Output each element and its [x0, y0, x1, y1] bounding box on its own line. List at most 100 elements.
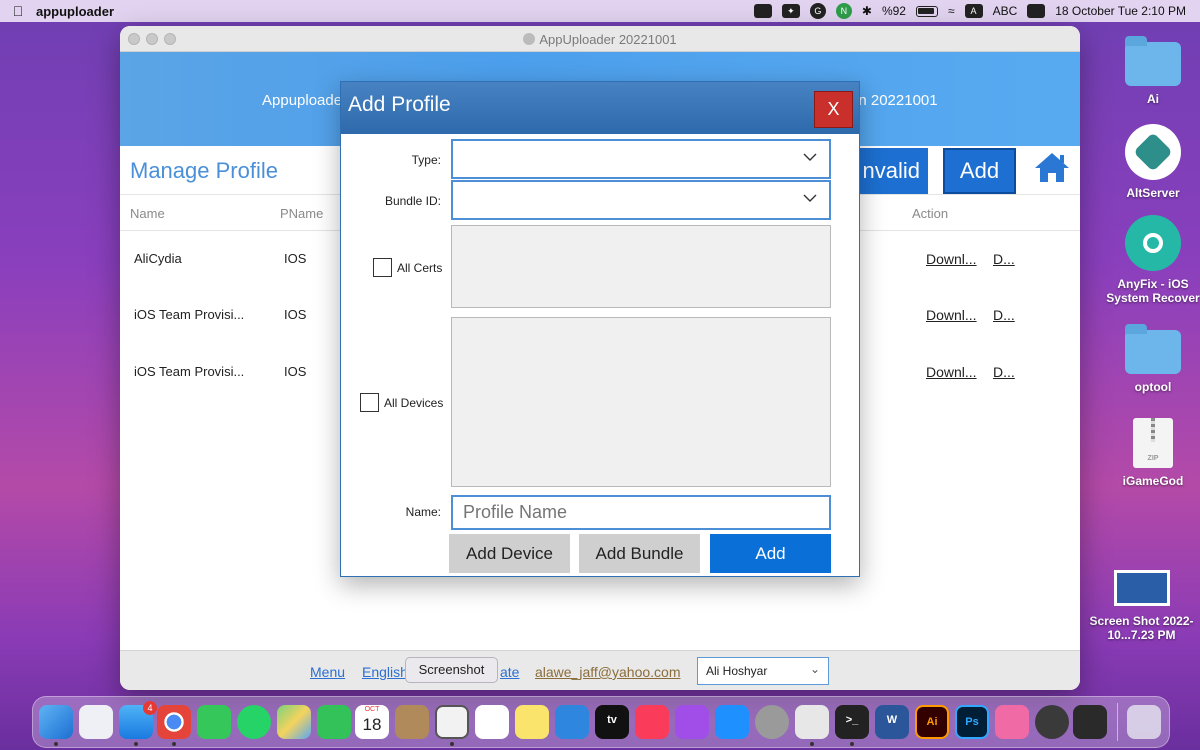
terminal-label: >_ [845, 714, 859, 726]
bluetooth-icon[interactable]: ✱ [862, 4, 872, 18]
console-icon[interactable] [1073, 705, 1107, 739]
folder-icon [1125, 324, 1181, 374]
apple-menu-icon[interactable]:  [0, 3, 36, 19]
system-preferences-icon[interactable] [755, 705, 789, 739]
desktop-folder-ai[interactable]: Ai [1098, 36, 1200, 106]
mail-icon[interactable]: 4 [119, 701, 157, 739]
add-bundle-button[interactable]: Add Bundle [579, 534, 700, 573]
battery-icon[interactable] [915, 5, 938, 17]
xcode-icon[interactable] [555, 705, 589, 739]
download-link[interactable]: Downl... [926, 251, 977, 267]
banner-app-name: Appuploader [262, 92, 348, 109]
whatsapp-icon[interactable] [237, 705, 271, 739]
dock: 4 OCT 18 tv >_ W Ai Ps [32, 696, 1170, 748]
dialog-add-button[interactable]: Add [710, 534, 831, 573]
photoshop-icon[interactable]: Ps [955, 705, 989, 739]
profile-name-input[interactable] [451, 495, 831, 530]
name-label: Name: [405, 505, 441, 519]
type-select[interactable] [451, 139, 831, 179]
tv-label: tv [607, 714, 617, 726]
add-device-button[interactable]: Add Device [449, 534, 570, 573]
illustrator-icon[interactable]: Ai [915, 705, 949, 739]
dock-divider [1117, 703, 1118, 741]
delete-link[interactable]: D... [993, 251, 1015, 267]
column-header-action: Action [912, 206, 949, 221]
profile-name-cell: iOS Team Provisi... [134, 307, 245, 322]
screenshot-app-icon[interactable] [435, 705, 469, 739]
home-icon[interactable] [1032, 150, 1072, 184]
trash-icon[interactable] [1127, 705, 1161, 739]
chrome-icon[interactable] [157, 705, 191, 739]
clock[interactable]: 18 October Tue 2:10 PM [1055, 4, 1186, 18]
input-source-label[interactable]: ABC [993, 4, 1018, 18]
keychain-icon[interactable] [1035, 705, 1069, 739]
language-link[interactable]: English [362, 664, 408, 680]
notes-icon[interactable] [515, 705, 549, 739]
delete-link[interactable]: D... [993, 307, 1015, 323]
desktop-app-anyfix[interactable]: AnyFix - iOS System Recover [1098, 215, 1200, 305]
input-source-icon[interactable]: A [964, 4, 983, 18]
zip-tag: ZIP [1147, 455, 1159, 462]
terminal-icon[interactable]: >_ [835, 705, 869, 739]
app-menu-name[interactable]: appuploader [36, 4, 114, 19]
devices-list[interactable] [451, 317, 831, 487]
desktop-file-igamegod[interactable]: ZIP iGameGod [1098, 418, 1200, 488]
column-header-name[interactable]: Name [130, 206, 165, 221]
launchpad-icon[interactable] [79, 705, 113, 739]
maps-icon[interactable] [277, 705, 311, 739]
profile-name-cell: iOS Team Provisi... [134, 364, 245, 379]
delete-link[interactable]: D... [993, 364, 1015, 380]
download-link[interactable]: Downl... [926, 307, 977, 323]
messages-icon[interactable] [197, 705, 231, 739]
menu-link[interactable]: Menu [310, 664, 345, 680]
app-logo-icon [523, 33, 536, 45]
running-indicator [850, 742, 854, 746]
dialog-title: Add Profile [348, 93, 451, 116]
all-certs-checkbox[interactable] [373, 258, 392, 277]
control-center-icon[interactable] [1027, 4, 1046, 18]
calendar-icon[interactable]: OCT 18 [355, 705, 389, 739]
finder-icon[interactable] [39, 705, 73, 739]
all-devices-checkbox[interactable] [360, 393, 379, 412]
grammarly-icon[interactable]: G [809, 3, 826, 19]
reminders-icon[interactable] [475, 705, 509, 739]
column-header-pname[interactable]: PName [280, 206, 323, 221]
dialog-header[interactable]: Add Profile X [341, 82, 859, 134]
certs-list[interactable] [451, 225, 831, 308]
word-icon[interactable]: W [875, 705, 909, 739]
dialog-close-button[interactable]: X [814, 91, 853, 128]
n-app-icon[interactable]: N [835, 3, 852, 19]
wifi-icon[interactable]: ≈ [948, 4, 955, 18]
bundle-id-select[interactable] [451, 180, 831, 220]
desktop-app-altserver[interactable]: AltServer [1098, 124, 1200, 200]
illustrator-label: Ai [926, 716, 938, 728]
page-title: Manage Profile [130, 158, 278, 183]
running-indicator [54, 742, 58, 746]
facetime-icon[interactable] [317, 705, 351, 739]
desktop-file-screenshot[interactable]: Screen Shot 2022-10...7.23 PM [1083, 570, 1200, 642]
apple-tv-icon[interactable]: tv [595, 705, 629, 739]
network-icon[interactable]: ✦ [781, 4, 800, 18]
screenshot-thumbnail-icon [1113, 570, 1170, 606]
all-devices-label[interactable]: All Devices [384, 396, 443, 410]
music-icon[interactable] [635, 705, 669, 739]
preview-icon[interactable] [795, 705, 829, 739]
word-label: W [886, 714, 898, 726]
window-titlebar[interactable]: AppUploader 20221001 [120, 26, 1080, 52]
contacts-icon[interactable] [395, 705, 429, 739]
app-pink-icon[interactable] [995, 705, 1029, 739]
chevron-down-icon [803, 153, 817, 161]
user-select[interactable]: Ali Hoshyar ⌄ [697, 657, 829, 685]
add-profile-button[interactable]: Add [943, 148, 1016, 194]
download-link[interactable]: Downl... [926, 364, 977, 380]
all-certs-label[interactable]: All Certs [397, 261, 442, 275]
bundle-id-label: Bundle ID: [384, 194, 441, 208]
running-indicator [450, 742, 454, 746]
update-link[interactable]: ate [500, 664, 519, 680]
email-link[interactable]: alawe_jaff@yahoo.com [535, 664, 680, 680]
app-store-icon[interactable] [715, 705, 749, 739]
display-icon[interactable] [753, 4, 772, 18]
podcasts-icon[interactable] [675, 705, 709, 739]
desktop-folder-optool[interactable]: optool [1098, 324, 1200, 394]
profile-pname-cell: IOS [284, 364, 307, 379]
